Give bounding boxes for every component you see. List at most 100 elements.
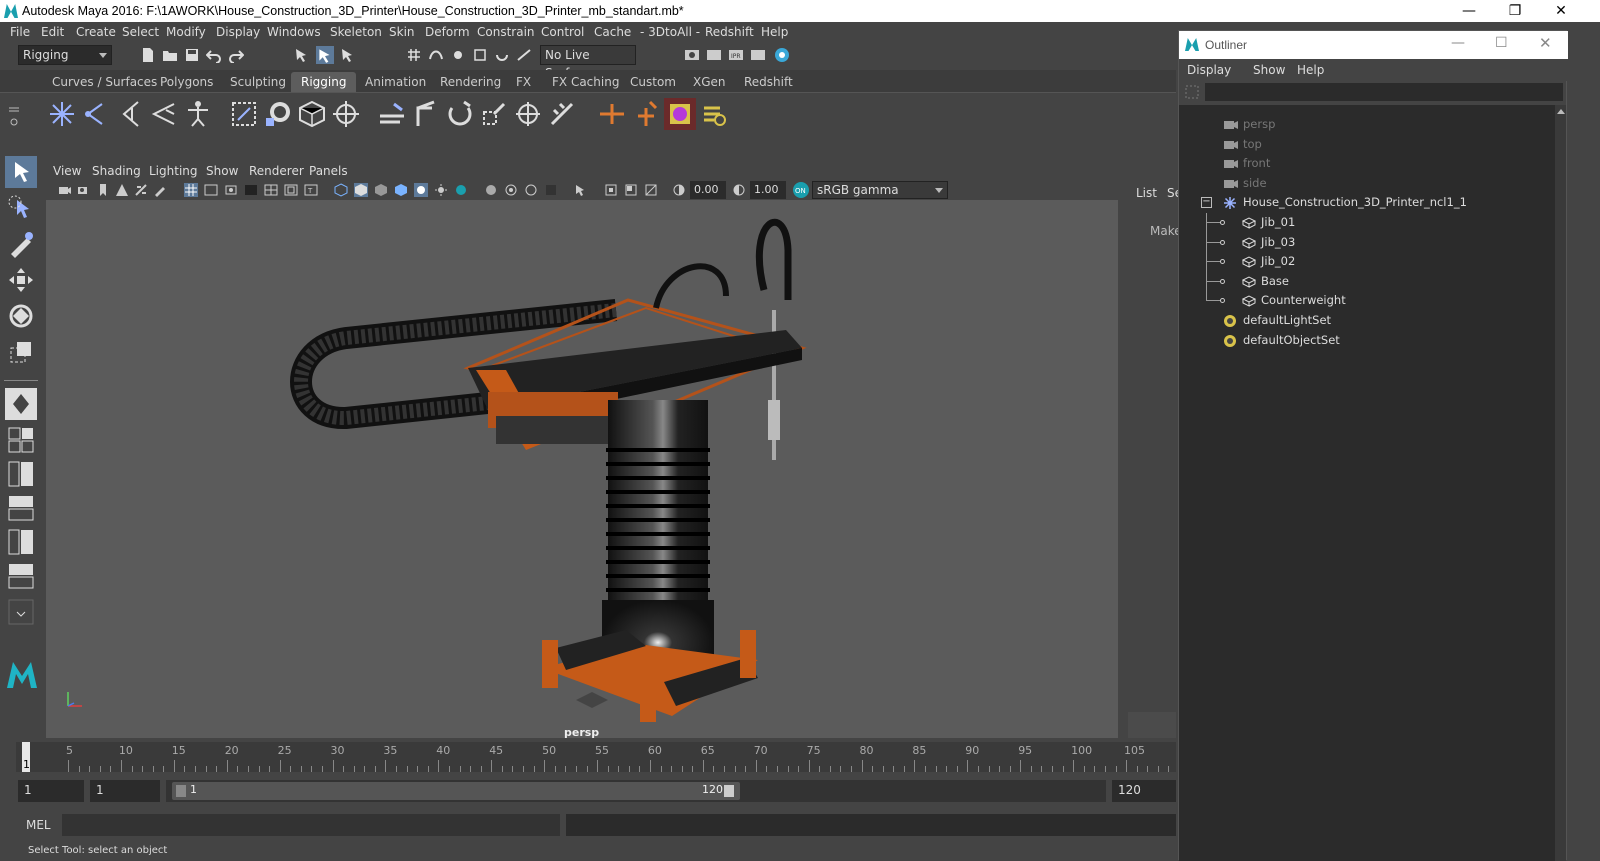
save-scene-icon[interactable] [184,47,200,63]
hypershade-layout-icon[interactable] [5,526,37,558]
open-scene-icon[interactable] [162,47,178,63]
snap-together-icon[interactable] [516,47,532,63]
outliner-menu-display[interactable]: Display [1187,63,1231,77]
parent-constraint-icon[interactable] [376,98,408,130]
outliner-maximize-button[interactable]: ☐ [1495,35,1508,51]
scale-constraint-icon[interactable] [478,98,510,130]
outliner-row[interactable]: defaultLightSet [1179,311,1557,330]
layout-menu-icon[interactable] [5,596,37,628]
select-by-component-icon[interactable] [340,47,356,63]
collapse-icon[interactable]: − [1201,197,1212,209]
anti-alias-icon[interactable] [504,183,518,197]
scroll-up-icon[interactable] [1557,109,1565,114]
cluster-icon[interactable] [330,98,362,130]
menu-windows[interactable]: Windows [267,25,321,39]
redo-icon[interactable] [228,47,244,63]
outliner-close-button[interactable]: ✕ [1539,34,1552,52]
menu-constrain[interactable]: Constrain [477,25,535,39]
time-slider[interactable]: 1 5 10 15 20 25 30 35 40 45 50 55 60 65 70 75 80 85 90 95 1… [0,740,1176,772]
select-by-object-icon[interactable] [316,46,334,64]
panel-menu-shading[interactable]: Shading [92,164,141,178]
shadows-icon[interactable] [434,183,448,197]
range-left-grip[interactable] [176,785,186,797]
menu-file[interactable]: File [10,25,30,39]
four-view-layout-icon[interactable] [5,424,37,456]
exposure-icon[interactable] [672,183,686,197]
hypershade-icon[interactable] [774,47,790,63]
expand-dot-icon[interactable] [1220,220,1225,225]
screen-space-ao-icon[interactable] [454,183,468,197]
grid-toggle-icon[interactable] [184,183,198,197]
safe-action-icon[interactable] [284,183,298,197]
gate-mask-icon[interactable] [244,183,258,197]
render-frame-icon[interactable] [706,47,722,63]
expand-dot-icon[interactable] [1220,259,1225,265]
wireframe-on-shaded-icon[interactable] [374,183,388,197]
outliner-scrollbar[interactable] [1555,105,1566,861]
tab-redshift[interactable]: Redshift [734,72,803,92]
redshift-shader-icon[interactable] [664,98,696,130]
outliner-tree[interactable]: persp top front side − House_Construction_3D_… [1179,105,1557,861]
new-scene-icon[interactable] [140,47,156,63]
insert-joint-icon[interactable] [148,98,180,130]
tab-xgen[interactable]: XGen [683,72,736,92]
outliner-row[interactable]: Jib_03 [1179,233,1557,252]
aim-constraint-icon[interactable] [512,98,544,130]
menu-display[interactable]: Display [216,25,260,39]
make-live-icon[interactable] [494,47,510,63]
lasso-tool-icon[interactable] [5,192,37,224]
rotate-tool-icon[interactable] [5,300,37,332]
utility-script-icon[interactable] [698,98,730,130]
shelf-menu-icon[interactable] [6,98,22,130]
menu-skin[interactable]: Skin [389,25,415,39]
outliner-row[interactable]: Jib_02 [1179,252,1557,271]
tab-rigging[interactable]: Rigging [291,72,357,92]
tab-polygons[interactable]: Polygons [150,72,223,92]
outliner-row[interactable]: Jib_01 [1179,213,1557,232]
perspective-viewport[interactable]: persp [46,200,1118,738]
restore-button[interactable]: ❐ [1492,0,1538,22]
paint-weights-icon[interactable] [262,98,294,130]
menu-edit[interactable]: Edit [41,25,64,39]
isolate-select-icon[interactable] [574,183,588,197]
live-surface-field[interactable]: No Live Surface [540,45,636,80]
render-view-icon[interactable] [684,47,700,63]
close-button[interactable]: ✕ [1538,0,1584,22]
tab-fx-caching[interactable]: FX Caching [542,72,629,92]
menuset-dropdown[interactable]: Rigging [18,45,112,65]
image-plane-icon[interactable] [115,183,129,197]
snap-to-point-icon[interactable] [450,47,466,63]
tab-animation[interactable]: Animation [355,72,436,92]
color-space-dropdown[interactable]: sRGB gamma [812,181,948,199]
wireframe-icon[interactable] [334,183,348,197]
outliner-search-input[interactable] [1205,83,1563,101]
panel-menu-panels[interactable]: Panels [309,164,348,178]
outliner-row[interactable]: Counterweight [1179,291,1557,310]
gamma-field[interactable]: 1.00 [750,181,786,199]
playback-start-field[interactable]: 1 [90,780,160,802]
xray-joints-icon[interactable] [604,183,618,197]
set-driven-key-icon[interactable] [630,98,662,130]
menu-skeleton[interactable]: Skeleton [330,25,382,39]
ik-spline-icon[interactable] [114,98,146,130]
paint-select-tool-icon[interactable] [5,228,37,260]
snap-to-view-plane-icon[interactable] [472,47,488,63]
motion-blur-icon[interactable] [484,183,498,197]
smooth-shade-icon[interactable] [354,183,368,197]
bind-skin-icon[interactable] [228,98,260,130]
outliner-minimize-button[interactable]: — [1451,35,1465,51]
tab-custom[interactable]: Custom [620,72,686,92]
single-perspective-layout-icon[interactable] [5,388,37,420]
range-right-grip[interactable] [724,785,734,797]
camera-attributes-icon[interactable] [77,183,91,197]
grease-pencil-icon[interactable] [153,183,167,197]
outliner-row[interactable]: top [1179,135,1557,154]
point-constraint-icon[interactable] [410,98,442,130]
undo-icon[interactable] [206,47,222,63]
film-gate-icon[interactable] [204,183,218,197]
panel-menu-show[interactable]: Show [206,164,238,178]
animation-start-field[interactable]: 1 [18,780,84,802]
menu-deform[interactable]: Deform [425,25,470,39]
resolution-gate-icon[interactable] [224,183,238,197]
2d-pan-zoom-icon[interactable] [134,183,148,197]
